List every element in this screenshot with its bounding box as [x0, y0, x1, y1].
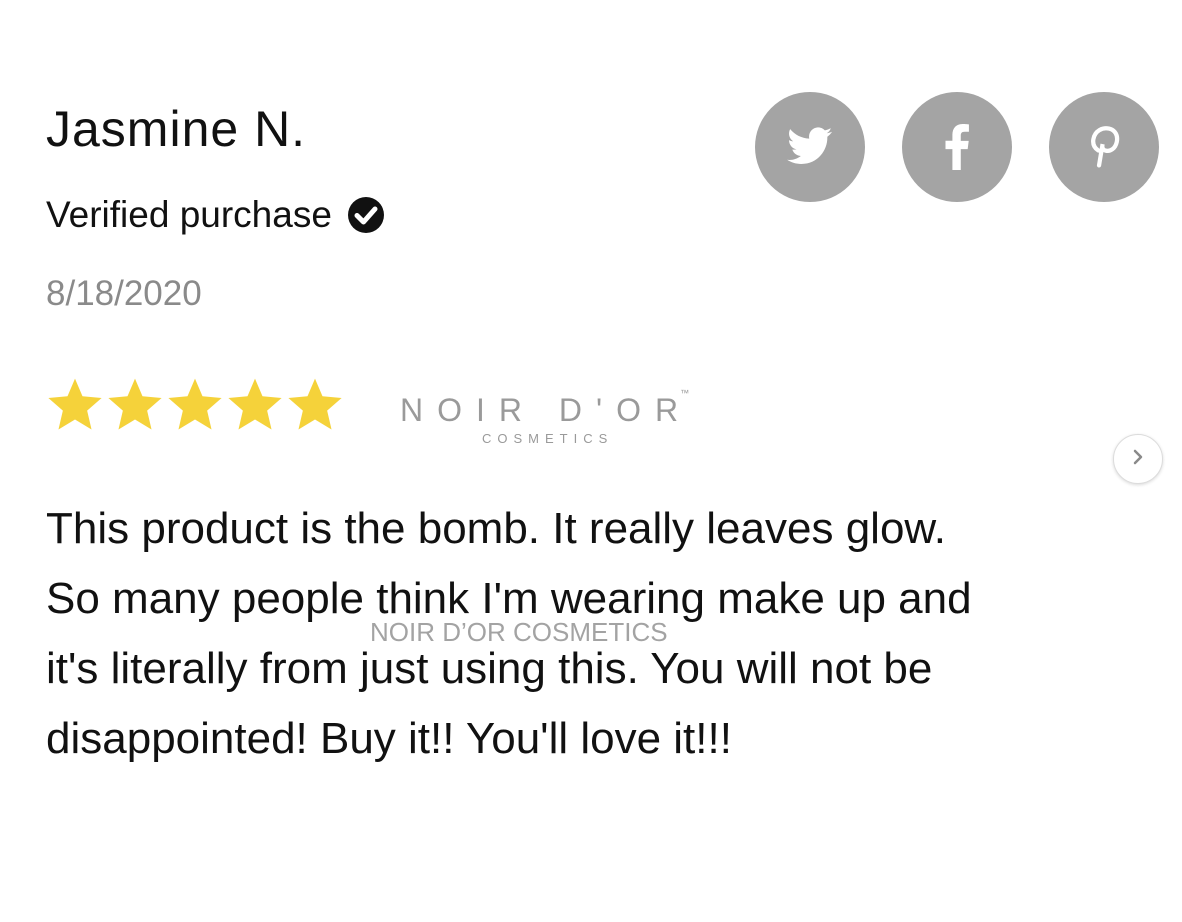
- brand-watermark: NOIR D’OR COSMETICS: [370, 617, 668, 647]
- brand-logo-subtitle: COSMETICS: [482, 431, 614, 446]
- star-icon: [168, 378, 222, 430]
- star-icon: [48, 378, 102, 430]
- chevron-right-icon: [1129, 448, 1147, 471]
- pinterest-share-button[interactable]: [1049, 92, 1159, 202]
- review-date: 8/18/2020: [46, 274, 202, 313]
- facebook-f-icon: [944, 124, 970, 170]
- brand-trademark: ™: [680, 388, 690, 398]
- star-rating: [44, 374, 344, 436]
- review-line: So many people think I'm wearing make up…: [46, 574, 972, 623]
- pinterest-p-icon: [1087, 125, 1121, 169]
- brand-logo-name: NOIR D'OR™: [400, 388, 740, 429]
- verified-check-icon: [346, 195, 386, 235]
- star-icon: [288, 378, 342, 430]
- next-slide-button[interactable]: [1113, 434, 1163, 484]
- brand-logo: NOIR D'OR™ COSMETICS: [400, 388, 740, 446]
- review-line: it's literally from just using this. You…: [46, 644, 933, 693]
- review-line: This product is the bomb. It really leav…: [46, 504, 946, 553]
- reviewer-name: Jasmine N.: [46, 101, 307, 157]
- twitter-bird-icon: [787, 127, 833, 167]
- review-line: disappointed! Buy it!! You'll love it!!!: [46, 714, 732, 763]
- brand-name-text: NOIR D'OR: [400, 392, 693, 428]
- twitter-share-button[interactable]: [755, 92, 865, 202]
- star-icon: [228, 378, 282, 430]
- star-icon: [108, 378, 162, 430]
- verified-purchase-label: Verified purchase: [46, 194, 332, 235]
- facebook-share-button[interactable]: [902, 92, 1012, 202]
- verified-purchase-row: Verified purchase: [46, 194, 386, 236]
